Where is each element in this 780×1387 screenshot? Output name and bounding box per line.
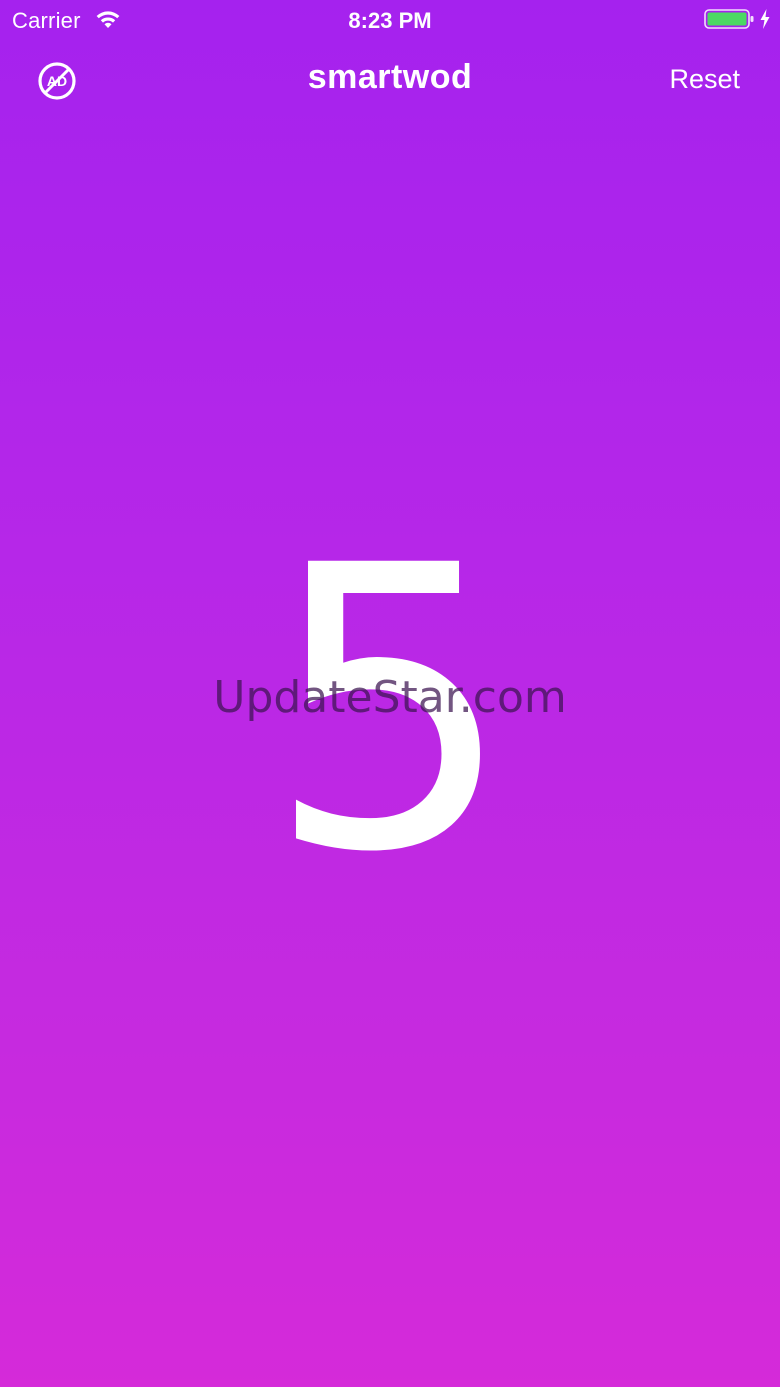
app-title: smartwod — [307, 58, 473, 96]
reset-button[interactable]: Reset — [669, 64, 740, 95]
charging-icon — [760, 9, 770, 29]
watermark: UpdateStar.com — [213, 672, 567, 723]
status-time: 8:23 PM — [348, 8, 432, 33]
navigation-bar: AD smartwod Reset — [0, 56, 780, 108]
screen: Carrier 8:23 PM AD smartwod Reset 5 Upda… — [0, 0, 780, 1387]
status-bar: Carrier 8:23 PM — [0, 0, 780, 40]
battery-icon — [704, 9, 754, 29]
